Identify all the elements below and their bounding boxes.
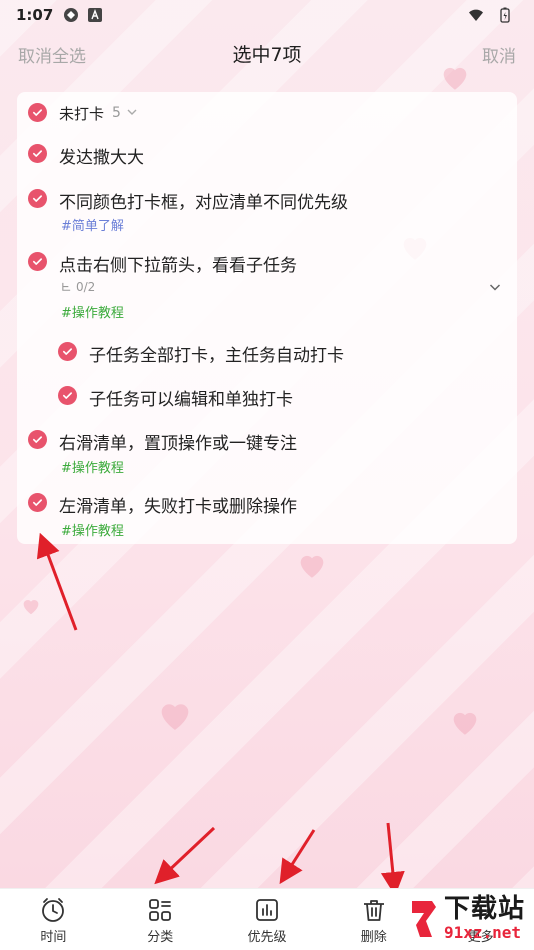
task-check-icon[interactable]: [28, 144, 47, 163]
task-title: 左滑清单，失败打卡或删除操作: [59, 497, 297, 517]
subtask-count: 0/2: [76, 280, 96, 294]
task-check-icon[interactable]: [28, 493, 47, 512]
category-action-label: 分类: [147, 930, 174, 945]
task-check-icon[interactable]: [28, 252, 47, 271]
cancel-button[interactable]: 取消: [482, 42, 516, 67]
task-tag[interactable]: #简单了解: [61, 215, 124, 234]
task-list-card: 未打卡 5 发达撒大大 不同颜色打卡框，对应清单不同优先级 #简单了解 点击右侧…: [17, 92, 517, 544]
wifi-icon: [468, 7, 484, 23]
group-count: 5: [112, 105, 121, 121]
app-notification-icon: [63, 7, 79, 23]
watermark-cn-text: 下载站: [444, 894, 526, 924]
task-title: 点击右侧下拉箭头，看看子任务: [59, 256, 297, 276]
group-label: 未打卡: [59, 105, 105, 123]
delete-action-label: 删除: [360, 930, 387, 945]
priority-action-label: 优先级: [247, 930, 287, 945]
category-action-button[interactable]: 分类: [107, 889, 214, 950]
task-title: 不同颜色打卡框，对应清单不同优先级: [59, 193, 348, 213]
time-action-label: 时间: [40, 930, 67, 945]
heart-decoration-icon: [295, 548, 329, 582]
trash-icon: [363, 900, 384, 921]
arrow-to-checkbox: [36, 532, 78, 631]
site-watermark: 下载站 91xz.net: [408, 888, 534, 950]
page-title: 选中7项: [232, 43, 302, 66]
watermark-en-text: 91xz.net: [444, 923, 522, 942]
task-tag[interactable]: #操作教程: [61, 457, 124, 476]
expand-chevron-icon[interactable]: [487, 279, 503, 295]
task-check-icon[interactable]: [28, 430, 47, 449]
watermark-logo-icon: [412, 901, 436, 937]
clock-icon: [42, 898, 65, 922]
priority-action-button[interactable]: 优先级: [214, 889, 321, 950]
subtask-title: 子任务全部打卡，主任务自动打卡: [89, 346, 344, 366]
subtask-progress: 0/2: [61, 280, 95, 294]
heart-decoration-icon: [155, 695, 195, 735]
task-title: 发达撒大大: [59, 148, 144, 168]
subtask-check-icon[interactable]: [58, 386, 77, 405]
task-tag[interactable]: #操作教程: [61, 520, 124, 539]
battery-icon: [500, 7, 510, 23]
bar-chart-icon: [256, 899, 278, 921]
status-time: 1:07: [16, 6, 54, 24]
arrow-to-delete: [380, 822, 405, 896]
task-title: 右滑清单，置顶操作或一键专注: [59, 434, 297, 454]
subtask-title: 子任务可以编辑和单独打卡: [89, 390, 293, 410]
selection-header: 取消全选 选中7项 取消: [0, 30, 534, 76]
task-tag[interactable]: #操作教程: [61, 302, 124, 321]
heart-decoration-icon: [448, 705, 482, 739]
app-a-icon: [87, 7, 103, 23]
chevron-down-icon[interactable]: [125, 104, 139, 118]
status-bar: 1:07: [0, 0, 534, 30]
task-check-icon[interactable]: [28, 189, 47, 208]
group-check-icon[interactable]: [28, 103, 47, 122]
subtask-icon: [62, 282, 71, 291]
deselect-all-button[interactable]: 取消全选: [18, 42, 86, 67]
heart-decoration-icon: [20, 595, 42, 617]
arrow-to-category: [154, 826, 216, 885]
arrow-to-priority: [279, 829, 316, 885]
time-action-button[interactable]: 时间: [0, 889, 107, 950]
grid-icon: [149, 899, 172, 921]
subtask-check-icon[interactable]: [58, 342, 77, 361]
